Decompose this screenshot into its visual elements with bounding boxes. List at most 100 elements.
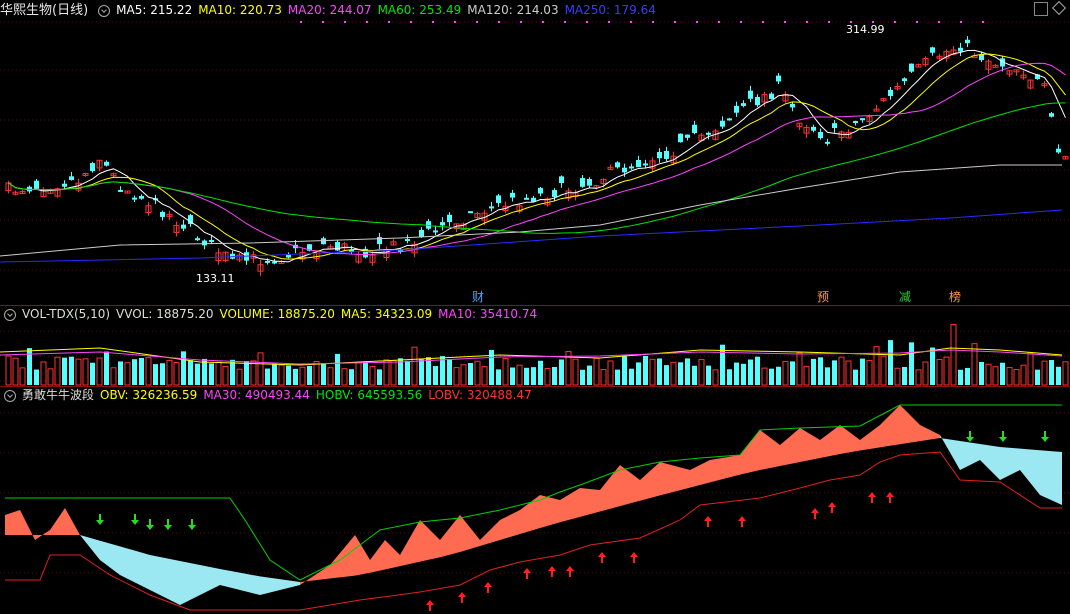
volume-bar — [979, 361, 984, 385]
candle-body — [720, 120, 725, 127]
volume-bar — [307, 365, 312, 385]
volume-bar — [734, 362, 739, 385]
candle-body — [755, 96, 760, 106]
candle-body — [629, 166, 634, 169]
candle-body — [902, 78, 907, 82]
volume-bar — [40, 361, 47, 386]
candle-body — [734, 105, 739, 113]
volume-bar — [678, 362, 683, 385]
volume-bar — [363, 361, 368, 385]
candle-body — [979, 54, 984, 61]
candle-body — [636, 160, 641, 168]
marker-dot — [586, 21, 588, 23]
candle-body — [321, 238, 326, 245]
candle-body — [440, 222, 445, 226]
volume-bar — [950, 324, 957, 386]
volume-bar — [985, 363, 992, 386]
volume-bar — [880, 355, 887, 386]
obv-negative-area — [80, 535, 300, 605]
volume-bar — [474, 360, 481, 386]
volume-bar — [54, 356, 61, 386]
candle-body — [559, 176, 564, 184]
volume-panel — [0, 324, 1069, 386]
candle-body — [524, 197, 529, 200]
volume-bar — [853, 369, 858, 385]
candle-body — [706, 132, 711, 135]
volume-bar — [110, 367, 117, 386]
candle-body — [811, 126, 816, 131]
stock-chart-canvas[interactable]: 314.99 133.11 财 预 减 榜 — [0, 0, 1070, 614]
candle-body — [909, 63, 914, 72]
candle-body — [335, 241, 340, 251]
volume-ma10-line — [0, 349, 1063, 365]
buy-arrow-icon — [598, 552, 606, 563]
sell-arrow-icon — [164, 519, 172, 530]
volume-bar — [825, 367, 830, 385]
marker-dot — [762, 21, 764, 23]
candle-body — [34, 180, 39, 189]
volume-bar — [958, 369, 963, 385]
volume-bar — [860, 358, 865, 385]
volume-bar — [335, 353, 340, 385]
marker-dot — [322, 21, 324, 23]
candle-body — [468, 211, 473, 214]
candle-body — [657, 152, 662, 159]
volume-bar — [1013, 369, 1020, 386]
obv-positive-area — [300, 405, 940, 585]
volume-bar — [832, 360, 837, 385]
candle-body — [286, 254, 291, 258]
volume-bar — [47, 368, 54, 386]
volume-bar — [811, 358, 816, 385]
volume-bar — [209, 363, 214, 385]
volume-bar — [265, 368, 270, 385]
volume-bar — [215, 361, 222, 386]
volume-bar — [748, 359, 753, 385]
volume-bar — [124, 362, 131, 386]
moving-average-line — [8, 102, 1066, 234]
candle-body — [692, 124, 697, 133]
candle-body — [643, 163, 648, 166]
volume-bar — [698, 358, 705, 386]
volume-bar — [278, 364, 285, 386]
volume-bar — [1006, 366, 1013, 386]
volume-bar — [272, 363, 277, 385]
volume-bar — [496, 369, 501, 385]
marker-dot — [630, 21, 632, 23]
volume-bar — [790, 361, 795, 385]
indicator-panel — [5, 404, 1062, 611]
volume-bar — [377, 369, 382, 385]
volume-bar — [782, 361, 789, 386]
candle-body — [195, 238, 200, 241]
marker-dot — [300, 21, 302, 23]
volume-bar — [965, 367, 970, 385]
candle-body — [272, 261, 277, 264]
volume-bar — [502, 358, 509, 386]
volume-bar — [118, 361, 123, 385]
sell-arrow-icon — [131, 514, 139, 525]
buy-arrow-icon — [828, 502, 836, 513]
marker-dot — [432, 21, 434, 23]
candle-body — [104, 161, 109, 166]
volume-bar — [930, 347, 935, 385]
volume-bar — [19, 367, 26, 386]
volume-bar — [629, 368, 634, 385]
volume-bar — [160, 363, 165, 385]
marker-dot — [608, 21, 610, 23]
marker-dot — [520, 21, 522, 23]
event-marker-1: 预 — [817, 290, 829, 304]
volume-bar — [727, 369, 732, 385]
volume-bar — [971, 343, 978, 386]
volume-bar — [349, 369, 354, 385]
marker-dot — [740, 21, 742, 23]
candle-body — [433, 230, 438, 233]
candle-body — [825, 141, 830, 144]
price-panel — [0, 36, 1069, 276]
buy-arrow-icon — [704, 516, 712, 527]
volume-bar — [922, 361, 929, 386]
volume-bar — [888, 340, 893, 385]
marker-dot — [696, 21, 698, 23]
candle-body — [930, 47, 935, 53]
buy-arrow-icon — [566, 566, 574, 577]
volume-bar — [769, 368, 774, 385]
volume-bar — [433, 366, 438, 385]
